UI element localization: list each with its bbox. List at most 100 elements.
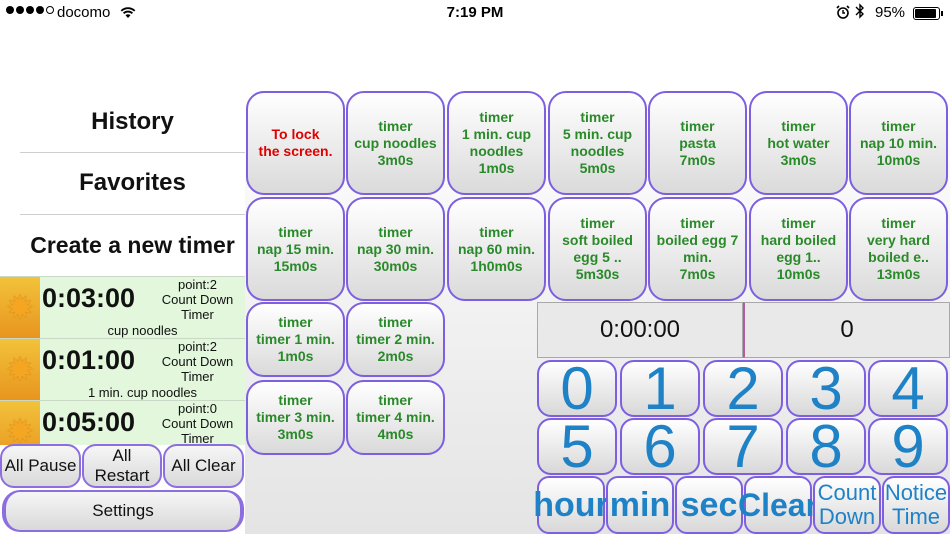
timer-preset-label: 5 min. cup <box>562 126 633 142</box>
timer-preset-button[interactable]: timer hard boiled egg 1.. 10m0s <box>749 197 848 301</box>
timer-preset-label: nap 15 min. <box>256 240 335 257</box>
running-timer-row[interactable]: ✹ 0:03:00 point:2 Count Down Timer cup n… <box>0 276 245 338</box>
timer-preset-label: 3m0s <box>277 426 314 442</box>
timer-preset-label: min. <box>683 249 712 265</box>
timer-preset-label: 4m0s <box>377 426 414 442</box>
timer-preset-button[interactable]: timer timer 4 min. 4m0s <box>346 380 445 455</box>
timer-preset-button[interactable]: timer boiled egg 7 min. 7m0s <box>648 197 747 301</box>
notice-time-button[interactable]: Notice Time <box>882 476 950 534</box>
timer-preset-label: timer <box>278 392 313 408</box>
all-restart-button[interactable]: All Restart <box>82 444 162 488</box>
timer-preset-label: 2m0s <box>377 348 414 364</box>
timer-preset-label: 3m0s <box>780 151 817 168</box>
timer-preset-button[interactable]: timer nap 30 min. 30m0s <box>346 197 445 301</box>
timer-preset-button[interactable]: timer nap 15 min. 15m0s <box>246 197 345 301</box>
timer-point: point:2 <box>177 339 218 354</box>
settings-button[interactable]: Settings <box>2 490 244 532</box>
timer-preset-label: 3m0s <box>377 151 414 168</box>
timer-preset-label: boiled egg 7 <box>656 232 739 248</box>
digit-6-button[interactable]: 6 <box>620 417 700 477</box>
timer-preset-label: timer <box>580 215 615 231</box>
timer-preset-label: noodles <box>469 143 524 159</box>
hour-button[interactable]: hour <box>533 476 609 534</box>
timer-preset-button[interactable]: timer pasta 7m0s <box>648 91 747 195</box>
all-pause-button[interactable]: All Pause <box>0 444 81 488</box>
timer-preset-label: 1h0m0s <box>470 257 523 274</box>
timer-preset-label: timer <box>781 117 816 134</box>
timer-preset-label: egg 5 .. <box>573 249 622 265</box>
timer-preset-label: 13m0s <box>876 266 921 282</box>
timer-preset-label: 7m0s <box>679 151 716 168</box>
timer-preset-label: pasta <box>679 134 716 151</box>
digit-9-button[interactable]: 9 <box>868 417 948 477</box>
timer-preset-label: timer <box>479 223 514 240</box>
bluetooth-icon <box>855 3 865 24</box>
digit-8-button[interactable]: 8 <box>786 417 866 477</box>
count-down-label-1: Count <box>817 480 877 505</box>
timer-preset-label: boiled e.. <box>868 249 929 265</box>
timer-preset-label: timer <box>781 215 816 231</box>
min-button[interactable]: min <box>606 476 674 534</box>
digit-7-button[interactable]: 7 <box>703 417 783 477</box>
timer-preset-label: timer <box>680 117 715 134</box>
timer-preset-label: hot water <box>767 134 830 151</box>
timer-preset-label: hard boiled <box>760 232 837 248</box>
timer-preset-label: timer <box>881 117 916 134</box>
timer-preset-button[interactable]: timer 1 min. cup noodles 1m0s <box>447 91 546 195</box>
timer-preset-button[interactable]: timer 5 min. cup noodles 5m0s <box>548 91 647 195</box>
timer-preset-button[interactable]: timer timer 1 min. 1m0s <box>246 302 345 377</box>
alarm-icon <box>836 5 850 23</box>
timer-preset-label: 1m0s <box>478 160 515 176</box>
timer-preset-label: timer <box>378 392 413 408</box>
notice-time-label-2: Time <box>891 504 941 529</box>
gear-icon: ✹ <box>0 401 40 445</box>
digit-0-button[interactable]: 0 <box>537 359 617 419</box>
timer-preset-button[interactable]: timer hot water 3m0s <box>749 91 848 195</box>
digit-3-button[interactable]: 3 <box>786 359 866 419</box>
status-time: 7:19 PM <box>446 4 504 21</box>
timer-preset-button[interactable]: timer soft boiled egg 5 .. 5m30s <box>548 197 647 301</box>
sec-button[interactable]: sec <box>675 476 743 534</box>
history-menu-item[interactable]: History <box>20 92 245 152</box>
timer-preset-label: timer 1 min. <box>256 331 335 347</box>
timer-preset-label: cup noodles <box>354 134 437 151</box>
timer-preset-button[interactable]: timer very hard boiled e.. 13m0s <box>849 197 948 301</box>
timer-preset-button[interactable]: timer timer 2 min. 2m0s <box>346 302 445 377</box>
timer-preset-label: nap 60 min. <box>457 240 536 257</box>
lock-screen-button[interactable]: To lock the screen. <box>246 91 345 195</box>
timer-preset-label: 10m0s <box>876 151 921 168</box>
create-timer-menu-item[interactable]: Create a new timer <box>20 215 245 275</box>
timer-preset-label: 15m0s <box>273 257 318 274</box>
digit-5-button[interactable]: 5 <box>537 417 617 477</box>
timer-preset-button[interactable]: timer cup noodles 3m0s <box>346 91 445 195</box>
timer-preset-label: timer 2 min. <box>356 331 435 347</box>
timer-preset-label: noodles <box>570 143 625 159</box>
all-restart-label-2: Restart <box>94 466 150 485</box>
timer-preset-button[interactable]: timer nap 10 min. 10m0s <box>849 91 948 195</box>
all-clear-button[interactable]: All Clear <box>163 444 244 488</box>
running-timer-row[interactable]: ✹ 0:05:00 point:0 Count Down Timer <box>0 400 245 445</box>
timer-remaining: 0:05:00 <box>42 407 136 437</box>
timer-type: Timer <box>181 307 214 322</box>
timer-preset-button[interactable]: timer nap 60 min. 1h0m0s <box>447 197 546 301</box>
timer-mode: Count Down <box>161 416 234 431</box>
count-down-button[interactable]: Count Down <box>813 476 881 534</box>
timer-preset-button[interactable]: timer timer 3 min. 3m0s <box>246 380 345 455</box>
digit-1-button[interactable]: 1 <box>620 359 700 419</box>
favorites-menu-item[interactable]: Favorites <box>20 153 245 213</box>
timer-preset-label: soft boiled <box>562 232 633 248</box>
battery-percent: 95% <box>875 4 906 21</box>
timer-type: Timer <box>181 369 214 384</box>
clear-button[interactable]: Clear <box>738 476 818 534</box>
timer-preset-label: nap 10 min. <box>859 134 938 151</box>
digit-2-button[interactable]: 2 <box>703 359 783 419</box>
running-timer-row[interactable]: ✹ 0:01:00 point:2 Count Down Timer 1 min… <box>0 338 245 400</box>
timer-preset-label: timer <box>378 117 413 134</box>
digit-4-button[interactable]: 4 <box>868 359 948 419</box>
timer-preset-label: timer <box>680 215 715 231</box>
timer-preset-label: timer <box>278 314 313 330</box>
timer-mode: Count Down <box>161 292 234 307</box>
timer-preset-label: very hard <box>866 232 931 248</box>
battery-icon <box>913 7 940 20</box>
timer-preset-label: timer 3 min. <box>256 409 335 425</box>
